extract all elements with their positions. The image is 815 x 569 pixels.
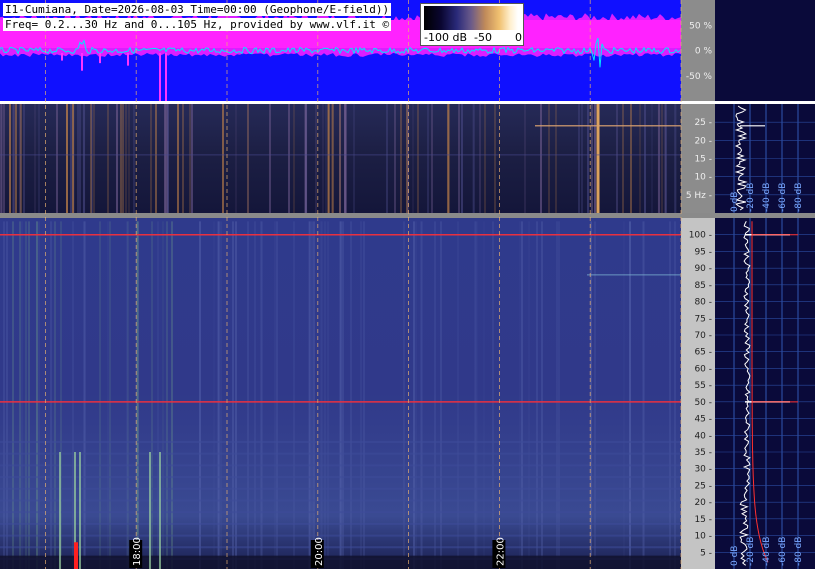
time-label: 18:00 [132, 537, 143, 566]
hi-frequency-tick-label: 15 - [694, 515, 712, 525]
hi-frequency-tick-label: 100 - [689, 231, 712, 241]
side-db-label: -80 dB [794, 183, 804, 212]
hi-frequency-tick-label: 5 - [700, 548, 712, 558]
low-frequency-tick-label: 25 - [694, 118, 712, 128]
hi-frequency-tick-label: 90 - [694, 264, 712, 274]
side-db-label: -40 dB [762, 537, 772, 566]
hi-frequency-tick-label: 25 - [694, 481, 712, 491]
hi-frequency-tick-label: 85 - [694, 281, 712, 291]
hi-frequency-tick-label: 60 - [694, 364, 712, 374]
hi-spectrogram-floor [0, 555, 681, 569]
colorbar-gradient [424, 6, 518, 30]
side-db-label: -20 dB [746, 537, 756, 566]
hi-frequency-tick-label: 40 - [694, 431, 712, 441]
hi-frequency-tick-label: 45 - [694, 415, 712, 425]
side-db-label: 0 dB [730, 546, 740, 566]
side-hi-panel [715, 218, 815, 569]
side-db-label: -40 dB [762, 183, 772, 212]
colorbar-min-label: -100 dB [424, 31, 467, 44]
hi-frequency-tick-label: 95 - [694, 247, 712, 257]
colorbar-legend: -100 dB -50 0 [420, 3, 524, 46]
low-frequency-tick-label: 10 - [694, 173, 712, 183]
hi-frequency-tick-label: 75 - [694, 314, 712, 324]
side-db-label: -60 dB [778, 537, 788, 566]
side-top-panel [715, 0, 815, 101]
colorbar-max-label: 0 [515, 31, 522, 44]
hi-frequency-tick-label: 65 - [694, 348, 712, 358]
colorbar-mid-label: -50 [474, 31, 492, 44]
side-db-label: -20 dB [746, 183, 756, 212]
hi-frequency-tick-label: 10 - [694, 532, 712, 542]
amplitude-tick-label: 0 % [695, 47, 713, 57]
hi-frequency-tick-label: 70 - [694, 331, 712, 341]
side-db-label: -60 dB [778, 183, 788, 212]
amplitude-tick-label: -50 % [686, 72, 713, 82]
time-label: 20:00 [314, 537, 325, 566]
hi-frequency-tick-label: 80 - [694, 298, 712, 308]
low-frequency-tick-label: 15 - [694, 155, 712, 165]
hi-frequency-tick-label: 55 - [694, 381, 712, 391]
side-db-label: 0 dB [730, 192, 740, 212]
panel-separator [0, 213, 815, 218]
hi-frequency-tick-label: 20 - [694, 498, 712, 508]
amplitude-tick-label: 50 % [689, 21, 712, 31]
spectrogram-canvas: 18:00 20:00 22:00 50 % 0 % -50 % 25 - 20 - 15 -… [0, 0, 815, 569]
hi-frequency-tick-label: 30 - [694, 465, 712, 475]
low-frequency-tick-label: 5 Hz - [686, 191, 712, 201]
station-title: I1-Cumiana, Date=2026-08-03 Time=00:00 (… [3, 3, 392, 16]
side-divider [681, 101, 815, 104]
time-label: 22:00 [495, 537, 506, 566]
low-frequency-tick-label: 20 - [694, 136, 712, 146]
hi-frequency-tick-label: 50 - [694, 398, 712, 408]
hi-frequency-tick-label: 35 - [694, 448, 712, 458]
frequency-range-text: Freq= 0.2...30 Hz and 0...105 Hz, provid… [3, 18, 392, 31]
side-db-label: -80 dB [794, 537, 804, 566]
vlf-monitor-display: 18:00 20:00 22:00 50 % 0 % -50 % 25 - 20 - 15 -… [0, 0, 815, 569]
